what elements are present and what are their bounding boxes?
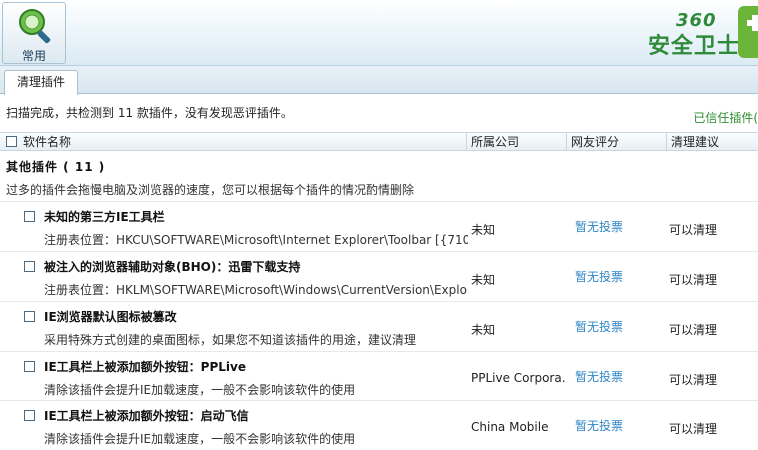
group-title: 其他插件 ( 11 ) bbox=[6, 160, 106, 174]
plugin-rating-link[interactable]: 暂无投票 bbox=[575, 268, 623, 285]
plugin-company: PPLive Corpora... bbox=[471, 371, 565, 385]
top-toolbar: 常用 360 安全卫士 bbox=[0, 0, 758, 66]
plugin-rating-link[interactable]: 暂无投票 bbox=[575, 417, 623, 434]
plugin-advice: 可以清理 bbox=[669, 323, 718, 337]
plugin-rating-link[interactable]: 暂无投票 bbox=[575, 318, 623, 335]
plugin-detail: 清除该插件会提升IE加载速度，一般不会影响该软件的使用 bbox=[44, 383, 356, 397]
table-header: 软件名称 所属公司 网友评分 清理建议 bbox=[0, 132, 758, 151]
column-name-label: 软件名称 bbox=[23, 135, 72, 149]
plugin-company: 未知 bbox=[471, 273, 496, 287]
plugin-company: 未知 bbox=[471, 323, 496, 337]
plugin-title: 被注入的浏览器辅助对象(BHO)：迅雷下载支持 bbox=[44, 260, 301, 274]
trusted-plugins-link[interactable]: 已信任插件( bbox=[693, 109, 758, 126]
brand-name: 安全卫士 bbox=[648, 34, 741, 59]
plugin-advice: 可以清理 bbox=[669, 273, 718, 287]
column-rating[interactable]: 网友评分 bbox=[566, 133, 666, 151]
plugin-title: IE工具栏上被添加额外按钮：启动飞信 bbox=[44, 409, 249, 423]
plugin-advice: 可以清理 bbox=[669, 373, 718, 387]
plugin-detail: 采用特殊方式创建的桌面图标，如果您不知道该插件的用途，建议清理 bbox=[44, 333, 417, 347]
column-company[interactable]: 所属公司 bbox=[466, 133, 566, 151]
column-advice[interactable]: 清理建议 bbox=[666, 133, 758, 151]
plugin-detail: 注册表位置：HKLM\SOFTWARE\Microsoft\Windows\Cu… bbox=[44, 283, 468, 297]
common-tools-button[interactable]: 常用 bbox=[2, 2, 66, 64]
plugin-advice: 可以清理 bbox=[669, 223, 718, 237]
row-checkbox[interactable] bbox=[24, 410, 35, 421]
plugin-rating-link[interactable]: 暂无投票 bbox=[575, 218, 623, 235]
tab-strip: 清理插件 bbox=[0, 66, 758, 95]
table-row: 被注入的浏览器辅助对象(BHO)：迅雷下载支持 注册表位置：HKLM\SOFTW… bbox=[0, 251, 758, 301]
plugin-title: IE浏览器默认图标被篡改 bbox=[44, 310, 177, 324]
row-checkbox[interactable] bbox=[24, 261, 35, 272]
table-row: IE工具栏上被添加额外按钮：启动飞信 清除该插件会提升IE加载速度，一般不会影响… bbox=[0, 400, 758, 450]
plugin-detail: 清除该插件会提升IE加载速度，一般不会影响该软件的使用 bbox=[44, 432, 356, 446]
tab-clean-plugins[interactable]: 清理插件 bbox=[4, 70, 79, 95]
common-tools-label: 常用 bbox=[21, 49, 46, 63]
table-row: IE工具栏上被添加额外按钮：PPLive 清除该插件会提升IE加载速度，一般不会… bbox=[0, 351, 758, 401]
plugin-title: IE工具栏上被添加额外按钮：PPLive bbox=[44, 360, 246, 374]
scan-status-text: 扫描完成，共检测到 11 款插件，没有发现恶评插件。 bbox=[6, 106, 293, 120]
plugin-company: China Mobile bbox=[471, 420, 549, 434]
brand-logo: 360 安全卫士 bbox=[638, 0, 758, 66]
table-row: IE浏览器默认图标被篡改 采用特殊方式创建的桌面图标，如果您不知道该插件的用途，… bbox=[0, 301, 758, 351]
group-description: 过多的插件会拖慢电脑及浏览器的速度，您可以根据每个插件的情况酌情删除 bbox=[6, 183, 415, 197]
shield-icon bbox=[738, 6, 758, 58]
select-all-checkbox[interactable] bbox=[6, 136, 17, 147]
plugin-company: 未知 bbox=[471, 223, 496, 237]
row-checkbox[interactable] bbox=[24, 361, 35, 372]
plugin-rating-link[interactable]: 暂无投票 bbox=[575, 368, 623, 385]
plugin-advice: 可以清理 bbox=[669, 422, 718, 436]
column-name: 软件名称 bbox=[6, 133, 71, 151]
row-checkbox[interactable] bbox=[24, 211, 35, 222]
table-row: 未知的第三方IE工具栏 注册表位置：HKCU\SOFTWARE\Microsof… bbox=[0, 201, 758, 251]
plugin-detail: 注册表位置：HKCU\SOFTWARE\Microsoft\Internet E… bbox=[44, 233, 468, 247]
plugin-title: 未知的第三方IE工具栏 bbox=[44, 210, 165, 224]
magnifier-icon bbox=[19, 9, 51, 44]
row-checkbox[interactable] bbox=[24, 311, 35, 322]
